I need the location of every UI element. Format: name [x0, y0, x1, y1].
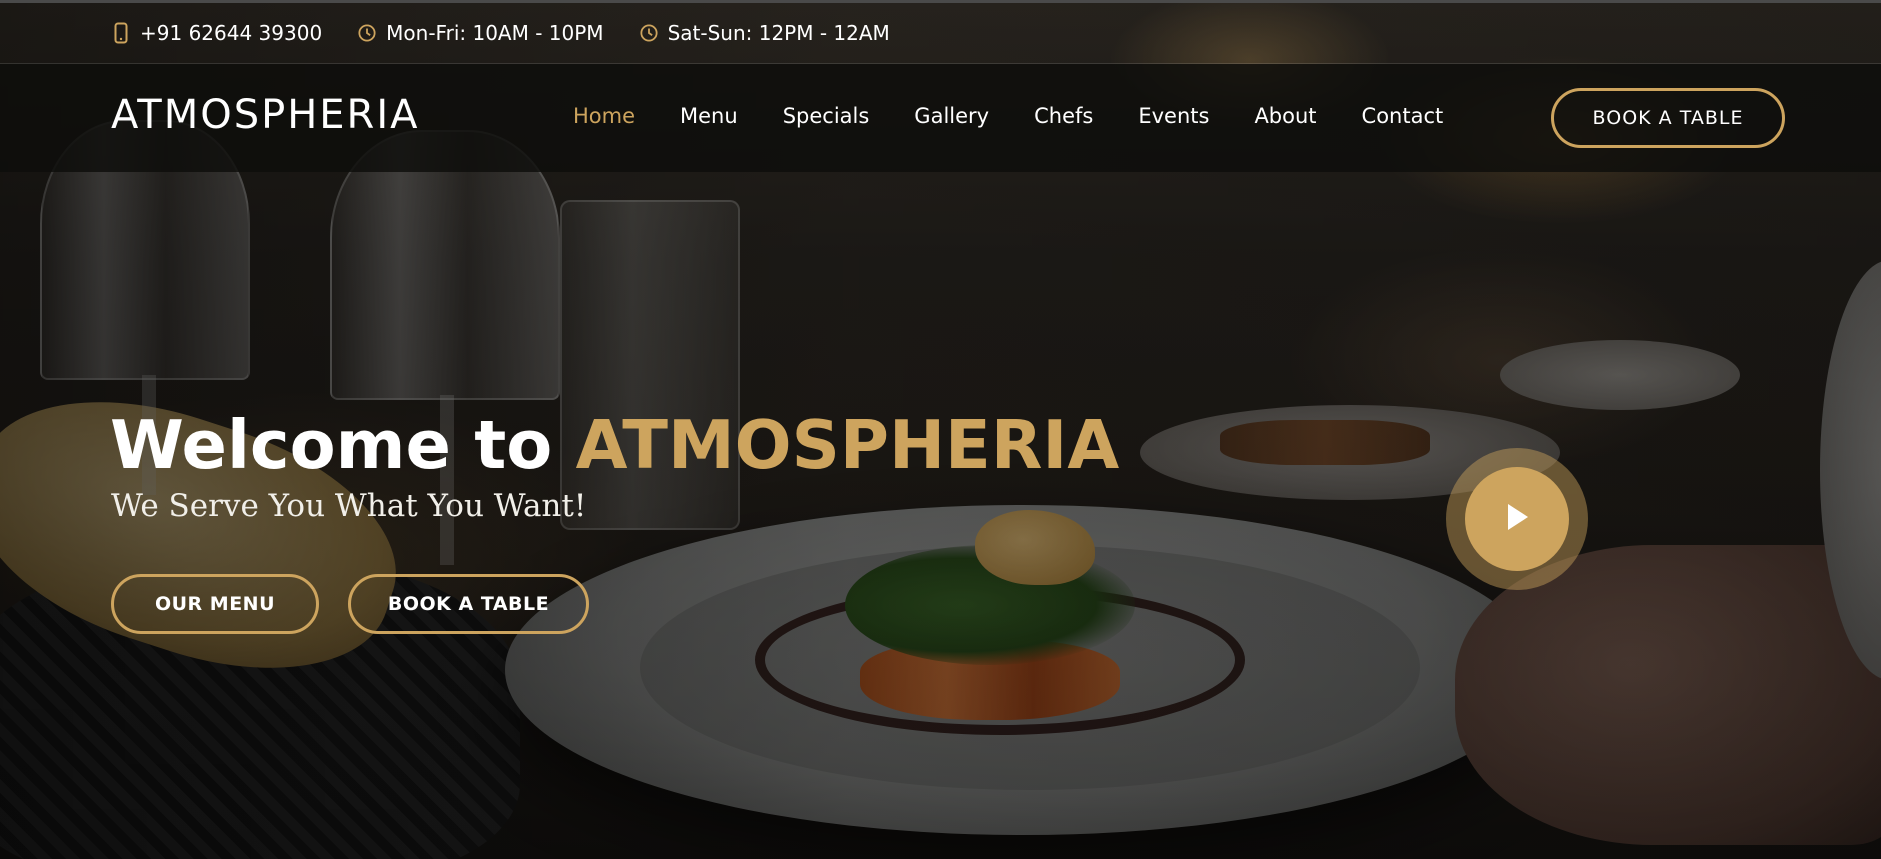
contact-phone[interactable]: +91 62644 39300: [112, 21, 322, 45]
play-button-inner[interactable]: [1465, 467, 1569, 571]
book-table-button[interactable]: BOOK A TABLE: [1551, 88, 1785, 148]
nav-item-contact[interactable]: Contact: [1362, 104, 1444, 128]
weekday-hours-text: Mon-Fri: 10AM - 10PM: [386, 21, 604, 45]
hours-weekday: Mon-Fri: 10AM - 10PM: [358, 21, 604, 45]
hours-weekend: Sat-Sun: 12PM - 12AM: [640, 21, 890, 45]
nav-item-about[interactable]: About: [1254, 104, 1316, 128]
nav-item-events[interactable]: Events: [1138, 104, 1209, 128]
top-contact-bar: +91 62644 39300 Mon-Fri: 10AM - 10PM Sat…: [0, 0, 1881, 64]
site-logo[interactable]: ATMOSPHERIA: [111, 92, 420, 138]
play-icon: [1502, 500, 1532, 538]
clock-icon: [640, 22, 658, 44]
video-play-button[interactable]: [1446, 448, 1588, 590]
nav-item-chefs[interactable]: Chefs: [1034, 104, 1093, 128]
nav-item-home[interactable]: Home: [573, 104, 635, 128]
hero-book-table-button[interactable]: BOOK A TABLE: [348, 574, 589, 634]
nav-item-gallery[interactable]: Gallery: [914, 104, 989, 128]
phone-icon: [112, 22, 130, 44]
nav-item-menu[interactable]: Menu: [680, 104, 738, 128]
phone-number: +91 62644 39300: [140, 21, 323, 45]
hero-title-prefix: Welcome to: [110, 406, 576, 484]
weekend-hours-text: Sat-Sun: 12PM - 12AM: [667, 21, 890, 45]
hero-title-brand: ATMOSPHERIA: [575, 406, 1120, 484]
our-menu-button[interactable]: OUR MENU: [111, 574, 319, 634]
hero-subtitle: We Serve You What You Want!: [111, 488, 587, 524]
site-header: ATMOSPHERIA Home Menu Specials Gallery C…: [0, 64, 1881, 172]
nav-item-specials[interactable]: Specials: [783, 104, 870, 128]
hero-title: Welcome to ATMOSPHERIA: [110, 406, 1119, 484]
main-nav: Home Menu Specials Gallery Chefs Events …: [573, 104, 1443, 128]
clock-icon: [358, 22, 376, 44]
